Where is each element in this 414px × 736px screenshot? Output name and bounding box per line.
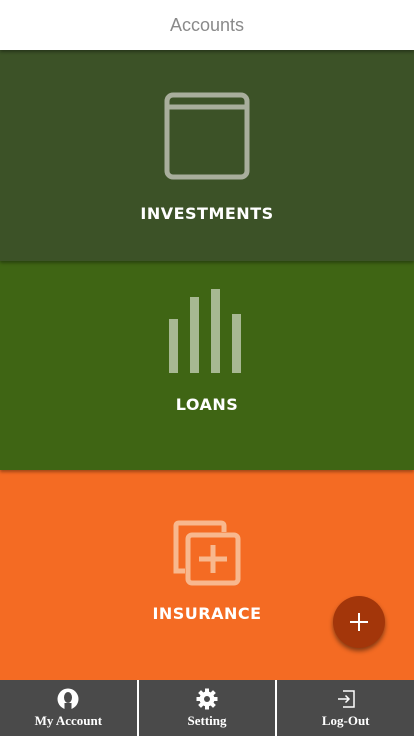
window-icon: [164, 92, 250, 180]
investments-label: INVESTMENTS: [140, 204, 274, 223]
logout-icon: [335, 688, 357, 710]
investments-tile[interactable]: INVESTMENTS: [0, 50, 414, 261]
page-title: Accounts: [169, 14, 245, 35]
nav-label-log-out: Log-Out: [321, 712, 370, 728]
user-icon: [57, 688, 79, 710]
add-copy-icon: [173, 520, 241, 586]
gear-icon: [196, 688, 218, 710]
loans-tile[interactable]: LOANS: [0, 261, 414, 470]
nav-label-setting: Setting: [187, 712, 227, 728]
nav-setting[interactable]: Setting: [136, 680, 276, 736]
plus-icon: [350, 613, 368, 631]
insurance-tile[interactable]: INSURANCE: [0, 470, 414, 680]
insurance-label: INSURANCE: [152, 604, 262, 623]
loans-label: LOANS: [175, 395, 239, 414]
add-fab-button[interactable]: [333, 596, 385, 648]
bar-chart-icon: [169, 289, 245, 373]
bottom-nav: My Account Setting Log-Out: [0, 680, 414, 736]
nav-label-my-account: My Account: [34, 712, 103, 728]
app-header: Accounts: [0, 0, 414, 50]
nav-my-account[interactable]: My Account: [0, 680, 137, 736]
nav-log-out[interactable]: Log-Out: [275, 680, 414, 736]
